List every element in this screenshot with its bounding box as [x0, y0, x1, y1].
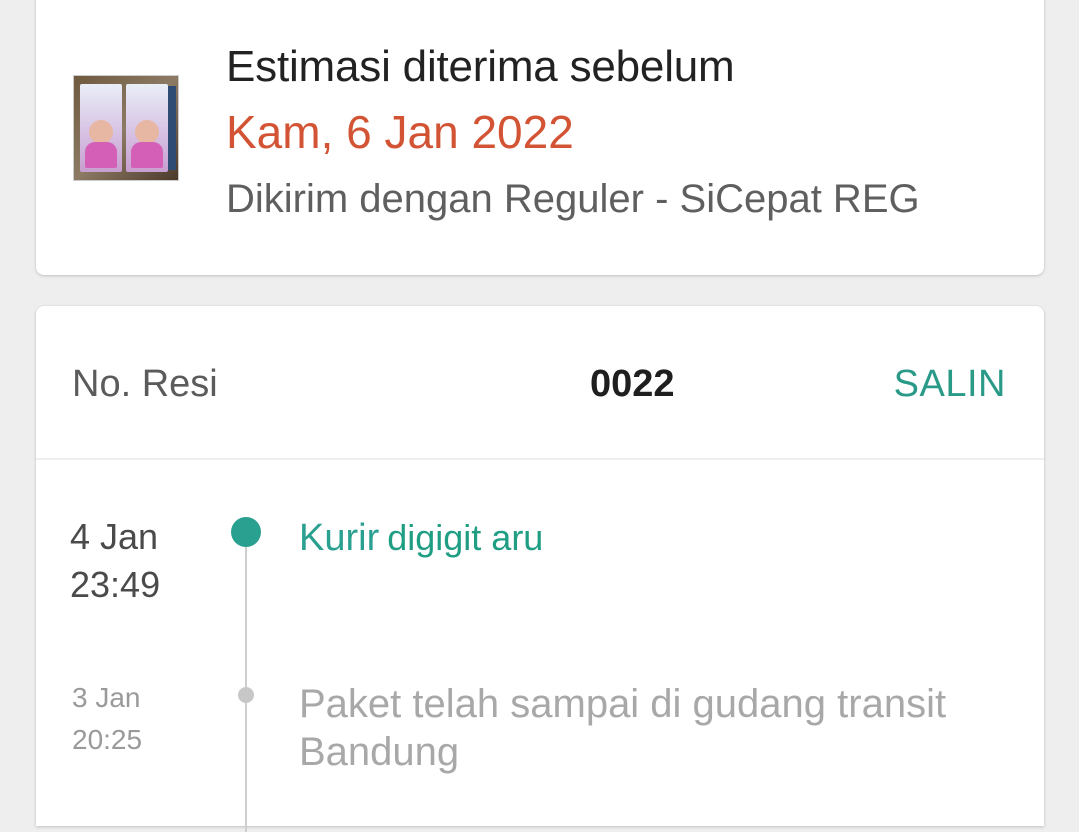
resi-number: 0022 — [590, 363, 675, 405]
estimate-card: Estimasi diterima sebelum Kam, 6 Jan 202… — [36, 0, 1044, 275]
copy-resi-button[interactable]: SALIN — [894, 362, 1006, 406]
timeline-dot-icon — [238, 687, 254, 703]
timeline-dot-active-icon — [231, 517, 261, 547]
event-status: Kurir — [299, 517, 380, 559]
estimate-date: Kam, 6 Jan 2022 — [226, 106, 574, 158]
product-box-left — [80, 84, 122, 172]
resi-label: No. Resi — [72, 363, 218, 405]
divider — [36, 458, 1044, 460]
shipping-method: Dikirim dengan Reguler - SiCepat REG — [226, 177, 920, 221]
event-date: 3 Jan — [72, 682, 141, 713]
event-timestamp: 4 Jan 23:49 — [70, 513, 210, 609]
event-status-past: Paket telah sampai di gudang transit Ban… — [299, 682, 947, 774]
event-detail: digigit aru — [387, 517, 544, 558]
tracking-card: No. Resi 0022 SALIN 4 Jan 23:49 Kurir dig… — [36, 306, 1044, 832]
event-time: 20:25 — [72, 724, 143, 755]
event-date: 4 Jan — [70, 516, 159, 557]
event-timestamp: 3 Jan 20:25 — [72, 677, 212, 761]
event-time: 23:49 — [70, 564, 161, 605]
event-status-current: Kurir digigit aru — [299, 514, 543, 562]
product-thumbnail[interactable] — [73, 75, 179, 181]
product-box-right — [126, 84, 168, 172]
estimate-title: Estimasi diterima sebelum — [226, 42, 735, 91]
timeline-line — [245, 532, 247, 832]
